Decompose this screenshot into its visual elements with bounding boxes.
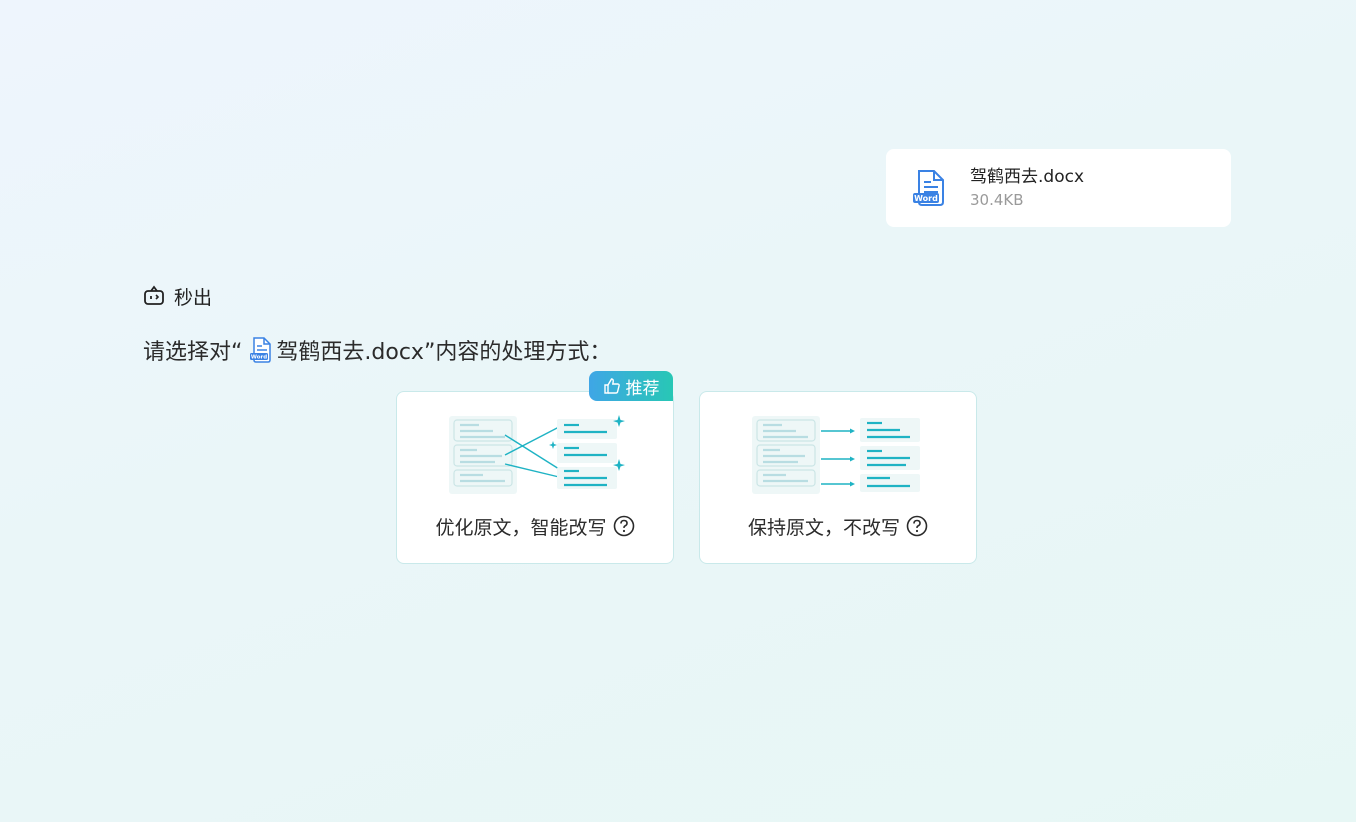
rewrite-illustration	[449, 415, 625, 494]
sender-name: 秒出	[174, 286, 213, 309]
word-file-icon: Word	[250, 337, 272, 363]
option-optimize-rewrite[interactable]: 优化原文，智能改写	[396, 391, 674, 564]
word-file-icon: Word	[913, 170, 944, 206]
option-keep-original[interactable]: 保持原文，不改写	[699, 391, 977, 564]
thumbs-up-icon	[603, 378, 620, 394]
help-icon[interactable]	[906, 515, 928, 537]
file-attachment-card[interactable]: Word 驾鹤西去.docx 30.4KB	[886, 149, 1231, 227]
file-size: 30.4KB	[970, 190, 1024, 209]
prompt-file-name: 驾鹤西去.docx	[276, 340, 424, 365]
prompt-message: 请选择对“ Word 驾鹤西去.docx ”内容的处理方式：	[143, 335, 611, 365]
file-name: 驾鹤西去.docx	[970, 166, 1085, 187]
help-icon[interactable]	[613, 515, 635, 537]
sender-header: 秒出	[143, 283, 212, 309]
option-label: 优化原文，智能改写	[397, 512, 673, 540]
keep-original-illustration	[752, 416, 920, 494]
option-label-text: 优化原文，智能改写	[435, 516, 607, 539]
svg-text:Word: Word	[251, 355, 267, 361]
option-label: 保持原文，不改写	[700, 512, 976, 540]
badge-label: 推荐	[625, 378, 660, 399]
bot-icon	[144, 285, 164, 305]
option-label-text: 保持原文，不改写	[747, 516, 900, 539]
recommended-badge: 推荐	[589, 371, 673, 401]
file-meta: 驾鹤西去.docx 30.4KB	[970, 166, 1084, 211]
svg-text:Word: Word	[914, 194, 938, 203]
prompt-prefix: 请选择对“	[143, 340, 243, 365]
prompt-suffix: ”内容的处理方式：	[423, 340, 612, 365]
